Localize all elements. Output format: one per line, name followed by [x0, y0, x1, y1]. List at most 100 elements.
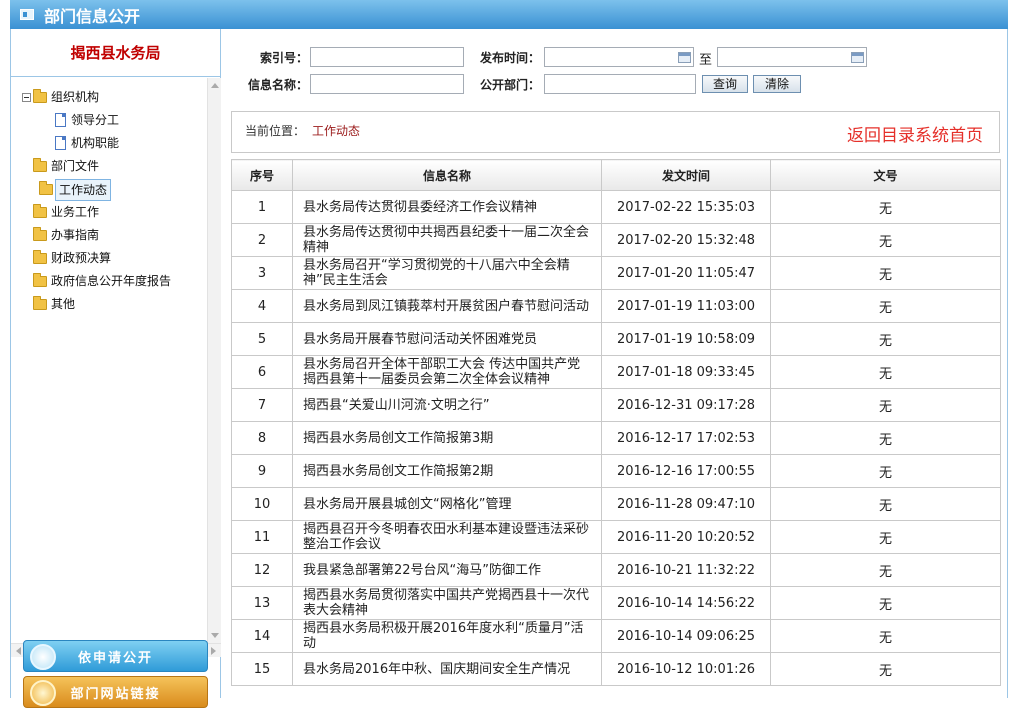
sidebar-item[interactable]: 机构职能: [11, 132, 207, 155]
clear-button[interactable]: 清除: [753, 75, 801, 93]
info-title-link[interactable]: 县水务局传达贯彻中共揭西县纪委十一届二次全会精神: [292, 223, 602, 257]
table-row: 7 揭西县“关爱山川河流·文明之行” 2016-12-31 09:17:28 无: [231, 388, 1001, 422]
sidebar-item[interactable]: 组织机构: [11, 86, 207, 109]
info-title-link[interactable]: 揭西县召开今冬明春农田水利基本建设暨违法采砂整治工作会议: [292, 520, 602, 554]
table-row: 11 揭西县召开今冬明春农田水利基本建设暨违法采砂整治工作会议 2016-11-20…: [231, 520, 1001, 554]
doc-number: 无: [770, 256, 1001, 290]
scroll-right-arrow-icon[interactable]: [211, 647, 216, 655]
info-title-link[interactable]: 县水务局传达贯彻县委经济工作会议精神: [292, 190, 602, 224]
return-home-link[interactable]: 返回目录系统首页: [847, 121, 983, 146]
table-row: 6 县水务局召开全体干部职工大会 传达中国共产党揭西县第十一届委员会第二次全体会议…: [231, 355, 1001, 389]
col-header-date: 发文时间: [601, 159, 771, 191]
row-number: 5: [231, 322, 293, 356]
calendar-icon[interactable]: [851, 52, 864, 63]
publish-start-input[interactable]: [544, 47, 694, 67]
info-title-link[interactable]: 县水务局2016年中秋、国庆期间安全生产情况: [292, 652, 602, 686]
table-row: 14 揭西县水务局积极开展2016年度水利“质量月”活动 2016-10-14 09…: [231, 619, 1001, 653]
scroll-left-arrow-icon[interactable]: [16, 647, 21, 655]
info-title-link[interactable]: 县水务局开展县城创文“网格化”管理: [292, 487, 602, 521]
scroll-down-arrow-icon[interactable]: [211, 633, 219, 638]
org-name: 揭西县水务局: [11, 29, 220, 77]
apply-disclosure-button[interactable]: 依申请公开: [23, 640, 208, 672]
publish-end-input[interactable]: [717, 47, 867, 67]
sidebar-item[interactable]: 办事指南: [11, 224, 207, 247]
doc-number: 无: [770, 355, 1001, 389]
breadcrumb-current[interactable]: 工作动态: [312, 122, 360, 139]
row-number: 2: [231, 223, 293, 257]
row-number: 10: [231, 487, 293, 521]
doc-number: 无: [770, 619, 1001, 653]
sidebar-item-label: 领导分工: [71, 113, 120, 127]
info-title-link[interactable]: 县水务局召开全体干部职工大会 传达中国共产党揭西县第十一届委员会第二次全体会议精…: [292, 355, 602, 389]
search-form: 索引号： 发布时间： 至 信息名称： 公开部门： 查询 清除: [222, 43, 1008, 101]
window-title: 部门信息公开: [44, 6, 141, 26]
info-title-link[interactable]: 县水务局到凤江镇莪萃村开展贫困户春节慰问活动: [292, 289, 602, 323]
index-label: 索引号：: [259, 51, 308, 65]
folder-icon: [33, 296, 47, 310]
sidebar-item[interactable]: 财政预决算: [11, 247, 207, 270]
doc-number: 无: [770, 388, 1001, 422]
info-title-link[interactable]: 揭西县水务局积极开展2016年度水利“质量月”活动: [292, 619, 602, 653]
folder-icon: [33, 250, 47, 264]
query-button[interactable]: 查询: [702, 75, 748, 93]
info-title-link[interactable]: 我县紧急部署第22号台风“海马”防御工作: [292, 553, 602, 587]
index-input[interactable]: [310, 47, 464, 67]
folder-icon: [33, 158, 47, 172]
sidebar-item[interactable]: 工作动态: [11, 178, 207, 201]
sidebar-item-label: 办事指南: [51, 228, 100, 242]
folder-icon: [33, 204, 47, 218]
breadcrumb-label: 当前位置：: [245, 124, 306, 138]
table-row: 9 揭西县水务局创文工作简报第2期 2016-12-16 17:00:55 无: [231, 454, 1001, 488]
scroll-up-arrow-icon[interactable]: [211, 83, 219, 88]
doc-number: 无: [770, 454, 1001, 488]
row-number: 4: [231, 289, 293, 323]
row-number: 9: [231, 454, 293, 488]
info-title-link[interactable]: 揭西县水务局创文工作简报第3期: [292, 421, 602, 455]
dept-website-links-button[interactable]: 部门网站链接: [23, 676, 208, 708]
info-title-link[interactable]: 县水务局开展春节慰问活动关怀困难党员: [292, 322, 602, 356]
table-row: 10 县水务局开展县城创文“网格化”管理 2016-11-28 09:47:10 无: [231, 487, 1001, 521]
publish-date: 2017-01-19 11:03:00: [601, 289, 771, 323]
publish-date: 2016-12-16 17:00:55: [601, 454, 771, 488]
row-number: 6: [231, 355, 293, 389]
sidebar-item[interactable]: 领导分工: [11, 109, 207, 132]
doc-number: 无: [770, 289, 1001, 323]
row-number: 7: [231, 388, 293, 422]
sidebar-item-label: 机构职能: [71, 136, 120, 150]
publish-date: 2016-10-14 14:56:22: [601, 586, 771, 620]
publish-date: 2017-01-18 09:33:45: [601, 355, 771, 389]
table-row: 1 县水务局传达贯彻县委经济工作会议精神 2017-02-22 15:35:03 无: [231, 190, 1001, 224]
info-title-link[interactable]: 揭西县水务局贯彻落实中国共产党揭西县十一次代表大会精神: [292, 586, 602, 620]
col-header-no: 序号: [231, 159, 293, 191]
table-row: 3 县水务局召开“学习贯彻党的十八届六中全会精神”民主生活会 2017-01-20 …: [231, 256, 1001, 290]
apply-disclosure-label: 依申请公开: [77, 650, 153, 666]
sidebar-item[interactable]: 其他: [11, 293, 207, 316]
info-title-link[interactable]: 县水务局召开“学习贯彻党的十八届六中全会精神”民主生活会: [292, 256, 602, 290]
folder-icon: [33, 89, 47, 103]
dept-label: 公开部门：: [479, 78, 540, 92]
publish-date: 2016-11-28 09:47:10: [601, 487, 771, 521]
dept-input[interactable]: [544, 74, 696, 94]
collapse-icon[interactable]: [22, 93, 31, 102]
doc-number: 无: [770, 190, 1001, 224]
info-title-link[interactable]: 揭西县水务局创文工作简报第2期: [292, 454, 602, 488]
info-title-link[interactable]: 揭西县“关爱山川河流·文明之行”: [292, 388, 602, 422]
magnifier-icon: [30, 644, 56, 670]
row-number: 13: [231, 586, 293, 620]
sidebar-item-label: 组织机构: [51, 90, 100, 104]
category-tree: 组织机构领导分工机构职能部门文件 工作动态 业务工作办事指南财政预决算政府信息公开年…: [11, 78, 207, 643]
publish-date: 2017-01-19 10:58:09: [601, 322, 771, 356]
doc-number: 无: [770, 487, 1001, 521]
sidebar-item[interactable]: 业务工作: [11, 201, 207, 224]
row-number: 15: [231, 652, 293, 686]
info-name-input[interactable]: [310, 74, 464, 94]
calendar-icon[interactable]: [678, 52, 691, 63]
tree-vertical-scrollbar[interactable]: [207, 78, 221, 643]
publish-date: 2016-10-12 10:01:26: [601, 652, 771, 686]
sidebar-item[interactable]: 政府信息公开年度报告: [11, 270, 207, 293]
sidebar-item[interactable]: 部门文件: [11, 155, 207, 178]
doc-number: 无: [770, 520, 1001, 554]
sidebar-item-label: 政府信息公开年度报告: [51, 274, 172, 288]
doc-number: 无: [770, 586, 1001, 620]
publish-date: 2017-02-20 15:32:48: [601, 223, 771, 257]
